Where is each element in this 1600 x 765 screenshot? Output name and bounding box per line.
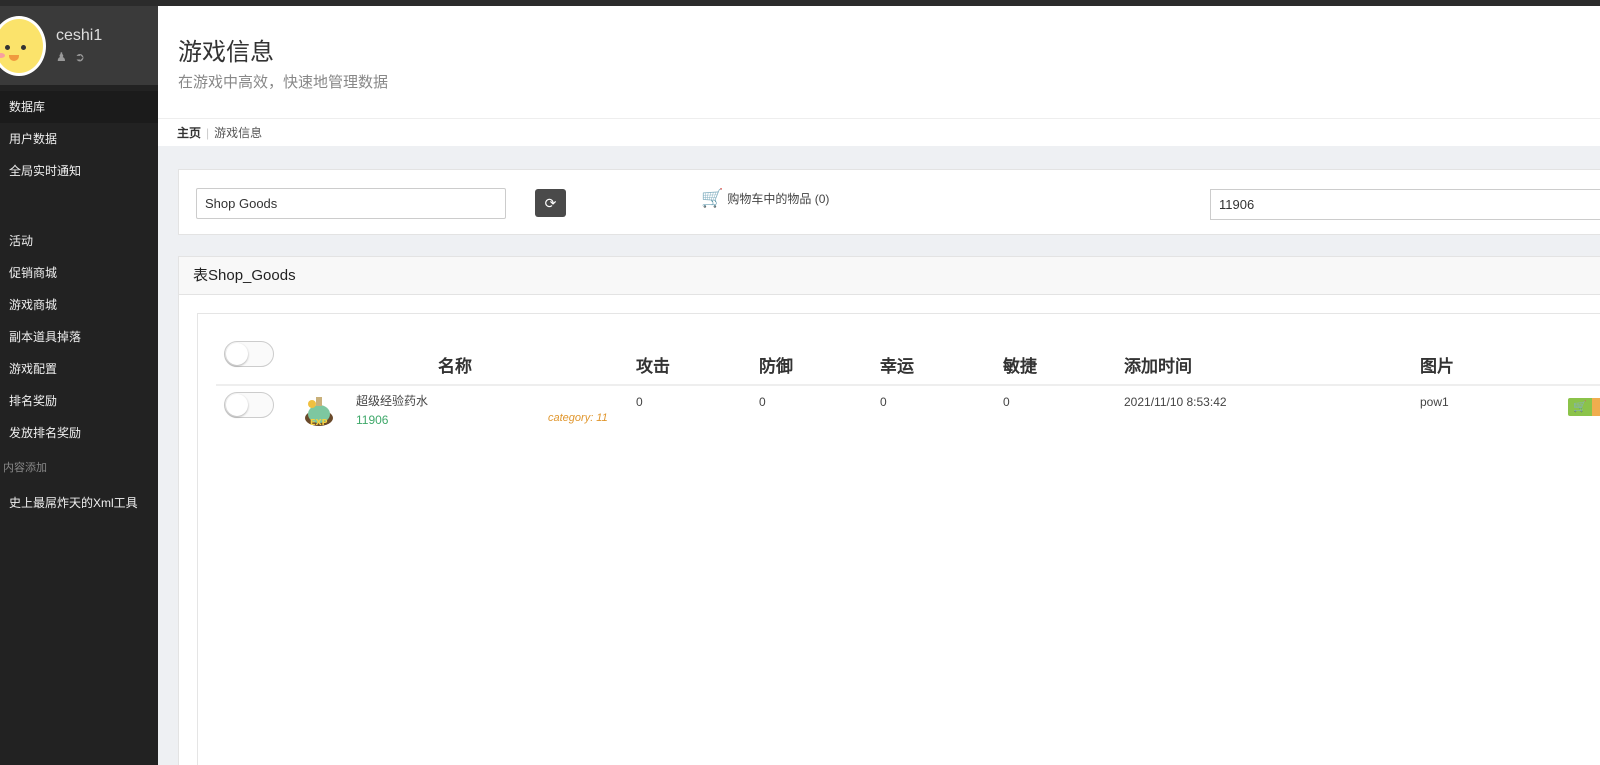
item-category: category: 11 [548, 412, 608, 424]
column-header-picture[interactable]: 图片 [1420, 352, 1454, 377]
avatar[interactable] [0, 16, 46, 76]
sidebar-item-rank-rewards[interactable]: 排名奖励 [0, 385, 158, 417]
sidebar-item-promo-mall[interactable]: 促销商城 [0, 257, 158, 289]
select-all-toggle[interactable] [224, 341, 274, 367]
edit-button[interactable] [1592, 398, 1600, 416]
add-to-cart-button[interactable]: 🛒 [1568, 398, 1592, 416]
data-table: 名称 攻击 防御 幸运 敏捷 添加时间 图片 EXP 超级经验药水 11906 … [197, 313, 1600, 765]
cell-luck: 0 [880, 395, 887, 409]
table-row-name-cell: 超级经验药水 11906 [356, 392, 428, 427]
sidebar-section-content-add: 内容添加 [3, 462, 47, 474]
user-icon[interactable]: ♟ [56, 50, 67, 64]
table-panel: 表Shop_Goods 名称 攻击 防御 幸运 敏捷 添加时间 图片 EXP 超… [178, 256, 1600, 765]
sidebar-nav: 数据库 用户数据 全局实时通知 活动 促销商城 游戏商城 副本道具掉落 游戏配置… [0, 85, 158, 519]
avatar-eye [21, 45, 26, 50]
breadcrumb-home[interactable]: 主页 [177, 126, 201, 140]
cell-attack: 0 [636, 395, 643, 409]
table-select[interactable]: Shop Goods [196, 188, 506, 219]
sidebar-item-xml-tool[interactable]: 史上最屌炸天的Xml工具 [0, 487, 158, 519]
cell-agility: 0 [1003, 395, 1010, 409]
column-header-luck[interactable]: 幸运 [880, 352, 914, 377]
breadcrumb: 主页 | 游戏信息 [158, 118, 1600, 146]
header-divider [216, 384, 1600, 386]
item-id: 11906 [356, 413, 389, 427]
cell-picture: pow1 [1420, 395, 1449, 409]
sidebar-item-send-rank-rewards[interactable]: 发放排名奖励 [0, 417, 158, 449]
sidebar-item-global-notice[interactable]: 全局实时通知 [0, 155, 158, 187]
cart-label: 购物车中的物品 (0) [727, 192, 830, 206]
cart-icon: 🛒 [1573, 401, 1587, 413]
main-content: 游戏信息 在游戏中高效，快速地管理数据 主页 | 游戏信息 Shop Goods ⟳… [158, 6, 1600, 765]
sidebar-item-game-config[interactable]: 游戏配置 [0, 353, 158, 385]
logout-icon[interactable]: ➲ [75, 50, 85, 64]
breadcrumb-current: 游戏信息 [214, 126, 263, 140]
column-header-added-time[interactable]: 添加时间 [1124, 352, 1192, 377]
sidebar-item-dungeon-drops[interactable]: 副本道具掉落 [0, 321, 158, 353]
column-header-attack[interactable]: 攻击 [636, 352, 670, 377]
refresh-button[interactable]: ⟳ [535, 189, 566, 217]
page-subtitle: 在游戏中高效，快速地管理数据 [178, 74, 389, 91]
panel-title: 表Shop_Goods [179, 257, 1600, 295]
cart-icon: 🛒 [701, 188, 724, 208]
sidebar-item-database[interactable]: 数据库 [0, 91, 158, 123]
profile-actions: ♟ ➲ [56, 50, 85, 64]
row-select-toggle[interactable] [224, 392, 274, 418]
toolbar: Shop Goods ⟳ 🛒 购物车中的物品 (0) 11906 [178, 169, 1600, 235]
username: ceshi1 [56, 27, 103, 44]
svg-text:EXP: EXP [310, 418, 328, 427]
page-title: 游戏信息 [178, 39, 274, 66]
sidebar: ceshi1 ♟ ➲ 数据库 用户数据 全局实时通知 活动 促销商城 游戏商城 … [0, 6, 158, 765]
potion-icon: EXP [305, 397, 333, 427]
sidebar-item-activity[interactable]: 活动 [0, 225, 158, 257]
row-actions: 🛒 [1568, 398, 1600, 416]
breadcrumb-separator: | [206, 126, 210, 140]
cart-info[interactable]: 🛒 购物车中的物品 (0) [701, 188, 829, 209]
search-input[interactable]: 11906 [1210, 189, 1600, 220]
sidebar-item-game-mall[interactable]: 游戏商城 [0, 289, 158, 321]
cell-defense: 0 [759, 395, 766, 409]
cell-added-time: 2021/11/10 8:53:42 [1124, 395, 1227, 409]
column-header-defense[interactable]: 防御 [759, 352, 793, 377]
column-header-agility[interactable]: 敏捷 [1003, 352, 1037, 377]
avatar-eye [5, 45, 10, 50]
refresh-icon: ⟳ [544, 195, 557, 211]
column-header-name[interactable]: 名称 [438, 352, 472, 377]
user-profile: ceshi1 ♟ ➲ [0, 6, 158, 85]
sidebar-section [0, 187, 158, 225]
item-name: 超级经验药水 [356, 394, 429, 408]
page-header: 游戏信息 在游戏中高效，快速地管理数据 [158, 6, 1600, 118]
avatar-cheek [0, 53, 5, 58]
sidebar-item-user-data[interactable]: 用户数据 [0, 123, 158, 155]
avatar-beak [9, 55, 19, 61]
